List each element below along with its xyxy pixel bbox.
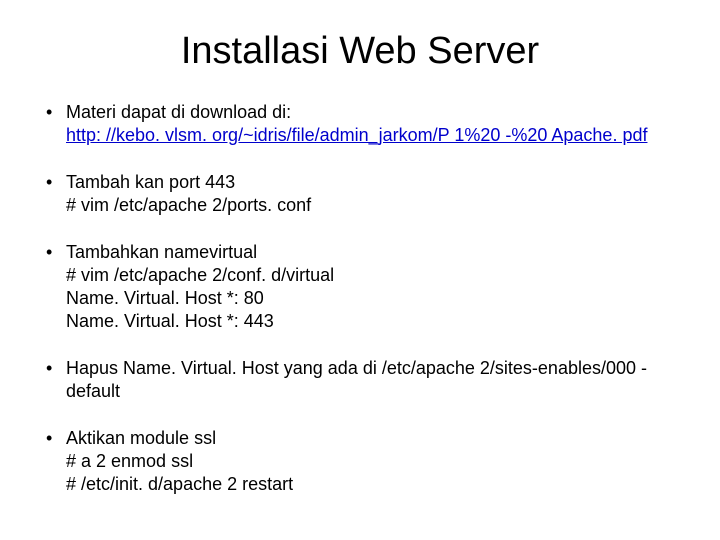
bullet-text: # vim /etc/apache 2/conf. d/virtual — [66, 264, 680, 287]
list-item: Hapus Name. Virtual. Host yang ada di /e… — [66, 357, 680, 403]
bullet-text: # vim /etc/apache 2/ports. conf — [66, 194, 680, 217]
list-item: Tambahkan namevirtual # vim /etc/apache … — [66, 241, 680, 333]
bullet-text: Aktikan module ssl — [66, 427, 680, 450]
bullet-text: Hapus Name. Virtual. Host yang ada di /e… — [66, 357, 680, 403]
list-item: Tambah kan port 443 # vim /etc/apache 2/… — [66, 171, 680, 217]
bullet-text: Name. Virtual. Host *: 80 — [66, 287, 680, 310]
bullet-text: Materi dapat di download di: — [66, 101, 680, 124]
list-item: Materi dapat di download di: http: //keb… — [66, 101, 680, 147]
bullet-text: Tambah kan port 443 — [66, 171, 680, 194]
bullet-text: Tambahkan namevirtual — [66, 241, 680, 264]
bullet-text: Name. Virtual. Host *: 443 — [66, 310, 680, 333]
bullet-text: # /etc/init. d/apache 2 restart — [66, 473, 680, 496]
bullet-list: Materi dapat di download di: http: //keb… — [40, 101, 680, 496]
slide-title: Installasi Web Server — [40, 30, 680, 73]
list-item: Aktikan module ssl # a 2 enmod ssl # /et… — [66, 427, 680, 496]
download-link[interactable]: http: //kebo. vlsm. org/~idris/file/admi… — [66, 125, 647, 145]
bullet-text: # a 2 enmod ssl — [66, 450, 680, 473]
slide: Installasi Web Server Materi dapat di do… — [0, 0, 720, 540]
